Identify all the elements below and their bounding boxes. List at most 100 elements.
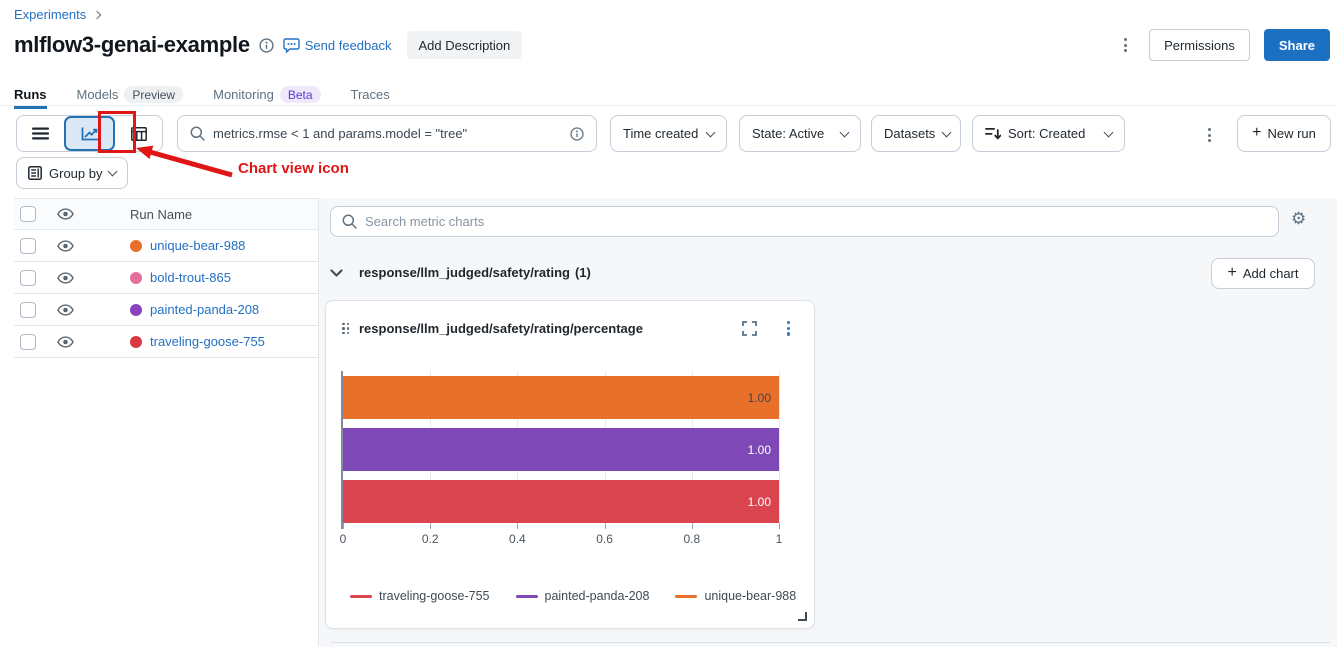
search-icon xyxy=(190,126,205,141)
run-name-link[interactable]: traveling-goose-755 xyxy=(150,334,265,349)
run-name-link[interactable]: painted-panda-208 xyxy=(150,302,259,317)
run-color-dot xyxy=(130,272,142,284)
chevron-down-icon xyxy=(942,127,952,137)
search-icon xyxy=(342,214,357,229)
row-checkbox[interactable] xyxy=(20,334,36,350)
x-tick-mark xyxy=(605,523,606,529)
gear-icon[interactable]: ⚙ xyxy=(1291,210,1306,227)
chart-card-header: response/llm_judged/safety/rating/percen… xyxy=(326,301,814,342)
table-row: bold-trout-865 xyxy=(14,262,318,294)
x-tick-mark xyxy=(343,523,344,529)
runs-table-header: Run Name xyxy=(14,198,318,230)
table-icon xyxy=(131,127,147,141)
tab-monitoring[interactable]: MonitoringBeta xyxy=(213,86,320,103)
table-row: painted-panda-208 xyxy=(14,294,318,326)
legend-line-icon xyxy=(516,595,538,598)
gridline xyxy=(779,371,780,528)
run-name-link[interactable]: bold-trout-865 xyxy=(150,270,231,285)
tabs-divider xyxy=(0,105,1337,106)
x-tick-label: 0.4 xyxy=(509,532,526,546)
chart-view-icon xyxy=(81,127,99,141)
view-switcher xyxy=(16,115,163,152)
legend-line-icon xyxy=(350,595,372,598)
resize-handle[interactable] xyxy=(798,612,807,621)
bar-painted-panda-208[interactable]: 1.00 xyxy=(343,428,779,471)
run-name-link[interactable]: unique-bear-988 xyxy=(150,238,245,253)
runs-search-input[interactable] xyxy=(213,126,562,141)
speech-bubble-icon xyxy=(283,38,300,53)
sort-icon xyxy=(985,127,1001,141)
group-by-button[interactable]: Group by xyxy=(16,157,128,189)
send-feedback-link[interactable]: Send feedback xyxy=(283,38,392,53)
list-view-button[interactable] xyxy=(17,116,64,151)
chart-view-button[interactable] xyxy=(64,116,115,151)
run-color-dot xyxy=(130,304,142,316)
tab-traces[interactable]: Traces xyxy=(351,87,390,102)
toolbar-overflow-menu-icon[interactable] xyxy=(1200,122,1219,148)
table-view-button[interactable] xyxy=(115,116,162,151)
run-color-dot xyxy=(130,336,142,348)
page-header: mlflow3-genai-example Send feedback Add … xyxy=(14,30,522,60)
x-tick-mark xyxy=(779,523,780,529)
header-actions: Permissions Share xyxy=(1116,29,1330,61)
bar-unique-bear-988[interactable]: 1.00 xyxy=(343,376,779,419)
send-feedback-label: Send feedback xyxy=(305,38,392,53)
datasets-filter[interactable]: Datasets xyxy=(871,115,961,152)
info-icon[interactable] xyxy=(259,38,274,53)
add-chart-button[interactable]: + Add chart xyxy=(1211,258,1315,289)
bar-plot: 00.20.40.60.811.001.001.00 xyxy=(343,371,779,523)
share-button[interactable]: Share xyxy=(1264,29,1330,61)
overflow-menu-icon[interactable] xyxy=(1116,32,1135,58)
search-info-icon[interactable] xyxy=(570,127,584,141)
eye-icon[interactable] xyxy=(57,303,74,321)
run-name-column-header: Run Name xyxy=(130,207,192,222)
new-run-button[interactable]: + New run xyxy=(1237,115,1331,152)
row-checkbox[interactable] xyxy=(20,270,36,286)
chart-legend: traveling-goose-755 painted-panda-208 uniq… xyxy=(350,589,806,603)
chevron-right-icon xyxy=(93,11,101,19)
tab-bar: Runs ModelsPreview MonitoringBeta Traces xyxy=(14,84,390,105)
metric-charts-search-input[interactable] xyxy=(365,214,1267,229)
sort-dropdown[interactable]: Sort: Created xyxy=(972,115,1125,152)
time-created-filter[interactable]: Time created xyxy=(610,115,727,152)
chart-overflow-menu-icon[interactable] xyxy=(779,315,798,342)
breadcrumb: Experiments xyxy=(14,7,100,22)
plus-icon: + xyxy=(1228,264,1237,282)
permissions-button[interactable]: Permissions xyxy=(1149,29,1250,61)
eye-icon[interactable] xyxy=(57,271,74,289)
add-description-button[interactable]: Add Description xyxy=(407,31,523,59)
state-filter[interactable]: State: Active xyxy=(739,115,861,152)
metric-charts-search-box xyxy=(330,206,1279,237)
tab-runs[interactable]: Runs xyxy=(14,87,47,102)
mlflow-experiment-page: Experiments mlflow3-genai-example Send f… xyxy=(0,0,1337,647)
tab-models[interactable]: ModelsPreview xyxy=(77,86,184,103)
chart-title: response/llm_judged/safety/rating/percen… xyxy=(359,321,732,336)
x-tick-label: 0.8 xyxy=(683,532,700,546)
metric-section-header: response/llm_judged/safety/rating(1) xyxy=(330,265,591,280)
breadcrumb-experiments-link[interactable]: Experiments xyxy=(14,7,86,22)
x-tick-label: 0 xyxy=(340,532,347,546)
eye-icon[interactable] xyxy=(57,239,74,257)
row-checkbox[interactable] xyxy=(20,238,36,254)
expand-fullscreen-icon[interactable] xyxy=(742,321,757,336)
runs-table: Run Name unique-bear-988 bold-trout-865 … xyxy=(14,198,318,358)
legend-item[interactable]: traveling-goose-755 xyxy=(350,589,490,603)
chevron-down-icon xyxy=(1104,127,1114,137)
annotation-label: Chart view icon xyxy=(238,160,349,177)
table-row: unique-bear-988 xyxy=(14,230,318,262)
eye-icon[interactable] xyxy=(57,335,74,353)
eye-icon[interactable] xyxy=(57,208,74,223)
drag-handle-icon[interactable] xyxy=(342,323,349,335)
run-color-dot xyxy=(130,240,142,252)
chevron-down-icon xyxy=(706,127,716,137)
legend-item[interactable]: painted-panda-208 xyxy=(516,589,650,603)
legend-item[interactable]: unique-bear-988 xyxy=(675,589,796,603)
page-title: mlflow3-genai-example xyxy=(14,32,250,58)
x-tick-mark xyxy=(517,523,518,529)
bar-traveling-goose-755[interactable]: 1.00 xyxy=(343,480,779,523)
chevron-down-icon[interactable] xyxy=(330,269,343,277)
row-checkbox[interactable] xyxy=(20,302,36,318)
chevron-down-icon xyxy=(840,127,850,137)
select-all-checkbox[interactable] xyxy=(20,206,36,222)
x-tick-label: 0.2 xyxy=(422,532,439,546)
